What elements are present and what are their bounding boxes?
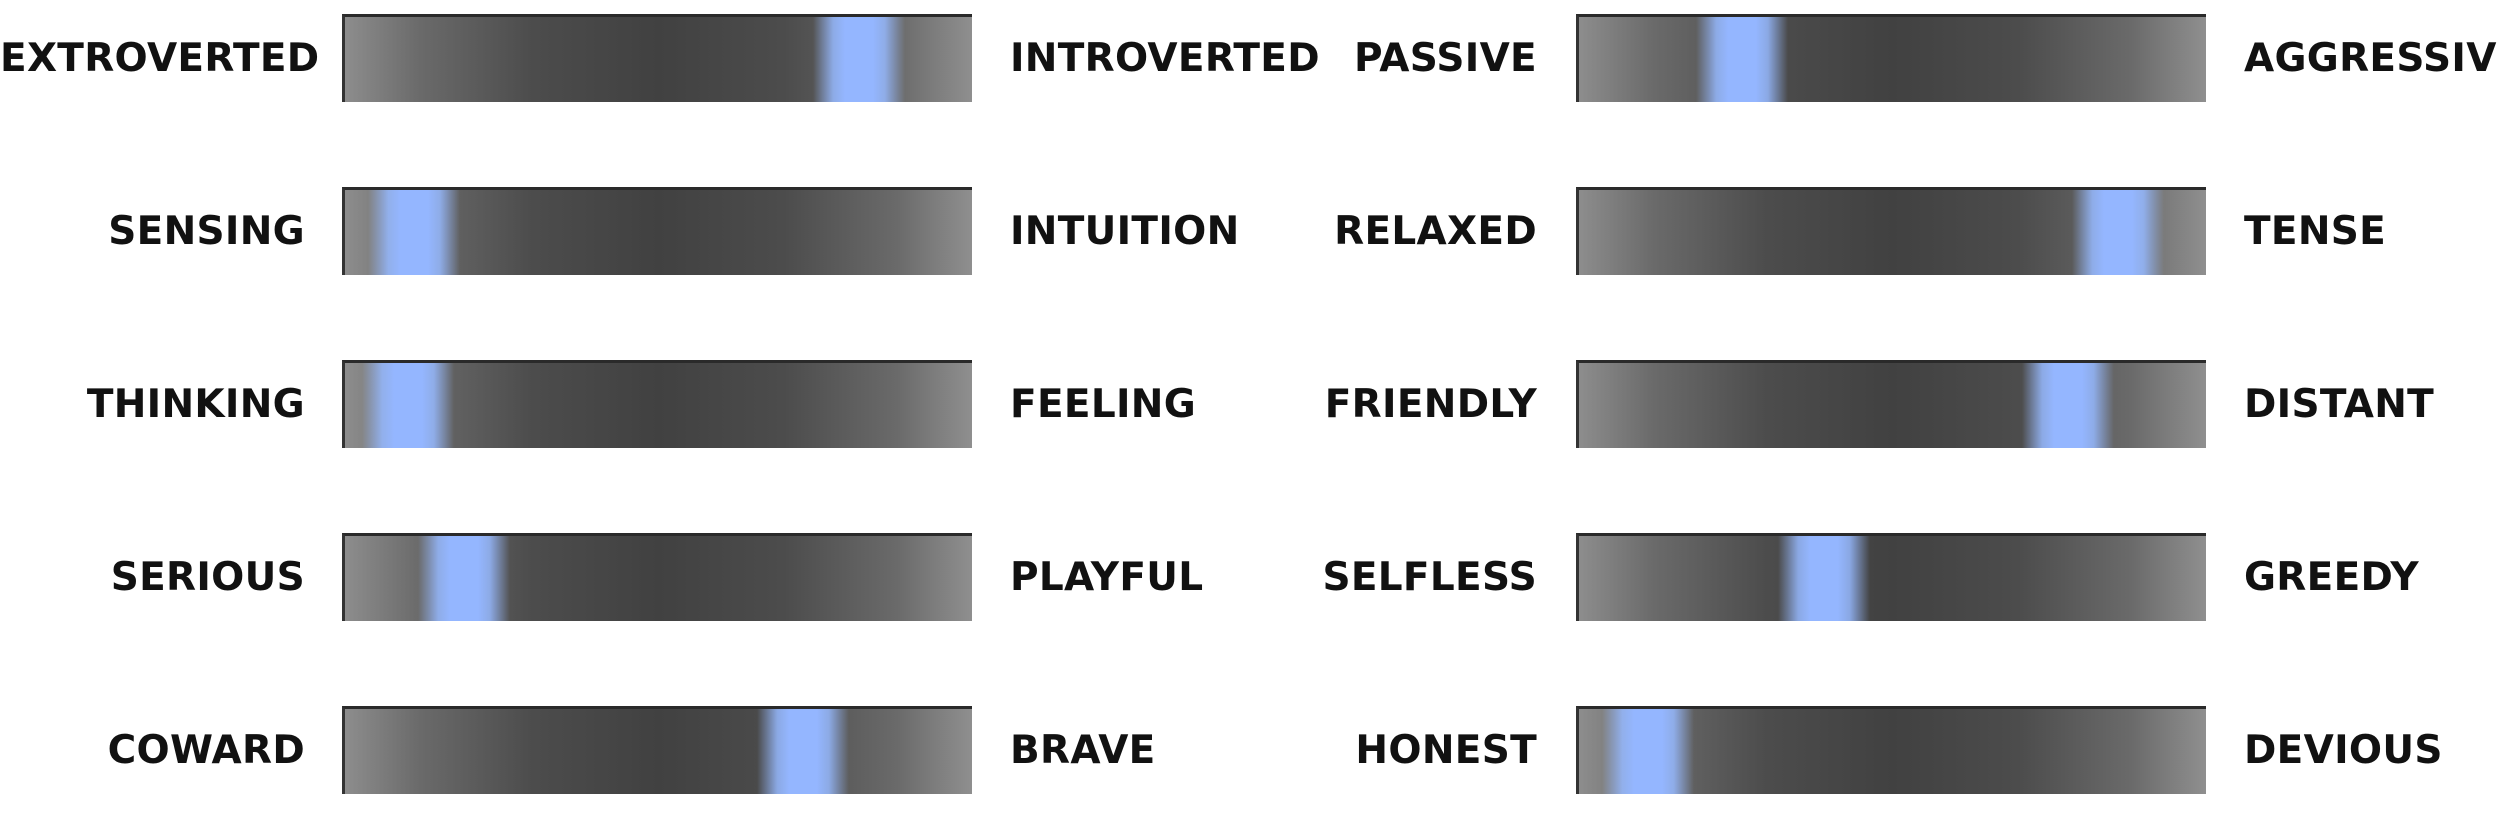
trait-low-label: EXTROVERTED <box>0 36 320 81</box>
personality-traits-panel: EXTROVERTED INTROVERTED SENSING INTUITIO… <box>0 0 2499 816</box>
trait-slider[interactable] <box>1576 360 2206 448</box>
trait-high-label: TENSE <box>2244 209 2387 254</box>
trait-row-extroverted-introverted: EXTROVERTED INTROVERTED <box>0 14 1320 104</box>
trait-slider-marker[interactable] <box>361 363 454 448</box>
trait-low-label: RELAXED <box>1334 209 1537 254</box>
trait-slider-marker[interactable] <box>1696 17 1789 102</box>
trait-slider-marker[interactable] <box>367 190 460 275</box>
trait-row-honest-devious: HONEST DEVIOUS <box>1300 706 2499 796</box>
trait-row-sensing-intuition: SENSING INTUITION <box>0 187 1300 277</box>
trait-slider[interactable] <box>1576 187 2206 275</box>
trait-slider[interactable] <box>1576 14 2206 102</box>
trait-slider-marker[interactable] <box>1777 536 1870 621</box>
trait-low-label: FRIENDLY <box>1324 382 1537 427</box>
trait-low-label: PASSIVE <box>1353 36 1537 81</box>
trait-high-label: FEELING <box>1010 382 1197 427</box>
trait-high-label: AGGRESSIVE <box>2244 36 2499 81</box>
trait-slider-marker[interactable] <box>813 17 906 102</box>
traits-column-left: EXTROVERTED INTROVERTED SENSING INTUITIO… <box>0 0 1320 816</box>
trait-row-selfless-greedy: SELFLESS GREEDY <box>1300 533 2499 623</box>
trait-slider[interactable] <box>1576 706 2206 794</box>
trait-high-label: GREEDY <box>2244 555 2419 600</box>
trait-row-relaxed-tense: RELAXED TENSE <box>1300 187 2499 277</box>
trait-row-thinking-feeling: THINKING FEELING <box>0 360 1300 450</box>
trait-slider-marker[interactable] <box>1601 709 1694 794</box>
trait-low-label: SENSING <box>108 209 305 254</box>
trait-slider[interactable] <box>342 187 972 275</box>
trait-high-label: INTROVERTED <box>1010 36 1320 81</box>
trait-low-label: COWARD <box>107 728 305 773</box>
trait-low-label: SELFLESS <box>1322 555 1537 600</box>
trait-low-label: THINKING <box>86 382 305 427</box>
trait-slider[interactable] <box>342 706 972 794</box>
trait-high-label: DISTANT <box>2244 382 2435 427</box>
trait-slider[interactable] <box>342 14 972 102</box>
trait-slider[interactable] <box>342 360 972 448</box>
trait-row-passive-aggressive: PASSIVE AGGRESSIVE <box>1300 14 2499 104</box>
trait-high-label: INTUITION <box>1010 209 1240 254</box>
trait-high-label: PLAYFUL <box>1010 555 1204 600</box>
trait-row-coward-brave: COWARD BRAVE <box>0 706 1300 796</box>
trait-slider-marker[interactable] <box>418 536 511 621</box>
trait-slider[interactable] <box>1576 533 2206 621</box>
trait-row-serious-playful: SERIOUS PLAYFUL <box>0 533 1300 623</box>
trait-high-label: BRAVE <box>1010 728 1156 773</box>
trait-low-label: SERIOUS <box>110 555 305 600</box>
traits-column-right: PASSIVE AGGRESSIVE RELAXED TENSE FRIENDL… <box>1300 0 2499 816</box>
trait-low-label: HONEST <box>1355 728 1537 773</box>
trait-row-friendly-distant: FRIENDLY DISTANT <box>1300 360 2499 450</box>
trait-slider-marker[interactable] <box>2072 190 2165 275</box>
trait-slider[interactable] <box>342 533 972 621</box>
trait-high-label: DEVIOUS <box>2244 728 2443 773</box>
trait-slider-marker[interactable] <box>756 709 849 794</box>
trait-slider-marker[interactable] <box>2022 363 2115 448</box>
